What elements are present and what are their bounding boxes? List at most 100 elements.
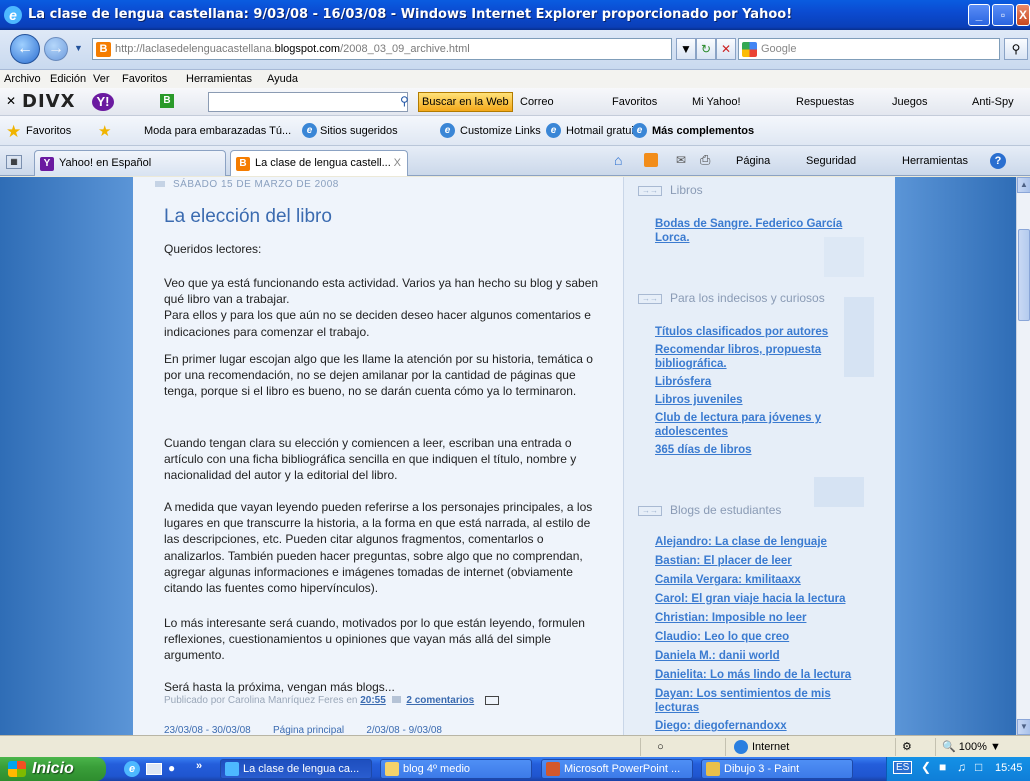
menu-favoritos[interactable]: Favoritos [122,73,167,85]
comments-link[interactable]: 2 comentarios [406,695,474,706]
sidebar-link[interactable]: Títulos clasificados por autores [655,325,865,339]
fav-link-moda[interactable]: Moda para embarazadas Tú... [144,125,291,137]
maximize-button[interactable]: ▫ [992,4,1014,26]
favorites-label[interactable]: Favoritos [26,125,71,137]
close-button[interactable]: X [1016,4,1030,26]
post-title[interactable]: La elección del libro [164,206,332,228]
menu-ayuda[interactable]: Ayuda [267,73,298,85]
sidebar-link[interactable]: Recomendar libros, propuesta bibliográfi… [655,343,865,371]
star-icon[interactable]: ★ [6,122,21,142]
vertical-scrollbar[interactable]: ▲ ▼ [1016,177,1030,735]
post-paragraph: Lo más interesante será cuando, motivado… [164,616,585,663]
zoom-control[interactable]: 🔍 100% ▼ [935,738,1030,756]
divx-logo[interactable]: DIVX [22,91,75,112]
email-post-icon[interactable] [484,695,499,705]
back-button[interactable]: ← [10,34,40,64]
search-icon[interactable]: ⚲ [1004,38,1028,60]
antispy-button[interactable]: Anti-Spy [972,96,1014,108]
fav-link-sitios[interactable]: Sitios sugeridos [320,125,398,137]
stop-button[interactable]: ✕ [716,38,736,60]
fav-link-customize[interactable]: Customize Links [460,125,541,137]
games-button[interactable]: Juegos [892,96,927,108]
sidebar-link[interactable]: Christian: Imposible no leer [655,611,865,625]
sidebar-link[interactable]: Club de lectura para jóvenes y adolescen… [655,411,865,439]
sidebar: →→ Libros Bodas de Sangre. Federico Garcí… [623,177,895,735]
globe-icon [734,740,748,755]
quick-tabs-icon[interactable]: ▦ [6,155,22,169]
page-content: SÁBADO 15 DE MARZO DE 2008 La elección d… [0,177,1016,735]
post-paragraph: Será hasta la próxima, vengan más blogs.… [164,680,395,694]
home-icon[interactable]: ⌂ [614,152,622,168]
tab-yahoo[interactable]: Y Yahoo! en Español [34,150,226,176]
ie-quicklaunch-icon[interactable]: e [124,761,140,777]
answers-button[interactable]: Respuestas [796,96,854,108]
post-time-link[interactable]: 20:55 [360,695,386,706]
sidebar-link[interactable]: Danielita: Lo más lindo de la lectura [655,668,865,682]
task-powerpoint[interactable]: Microsoft PowerPoint ... [541,759,693,779]
sidebar-link[interactable]: Bodas de Sangre. Federico García Lorca. [655,217,865,245]
tray-app-icon[interactable]: □ [975,760,982,774]
minimize-button[interactable]: _ [968,4,990,26]
menu-ver[interactable]: Ver [93,73,110,85]
blogger-icon: B [236,157,250,171]
menu-archivo[interactable]: Archivo [4,73,41,85]
favorites-button[interactable]: Favoritos [612,96,657,108]
sidebar-link[interactable]: Claudio: Leo lo que creo [655,630,865,644]
forward-button[interactable]: → [44,37,68,61]
sidebar-link[interactable]: Diego: diegofernandoxx [655,719,865,733]
messenger-icon[interactable]: ● [168,761,175,775]
tray-expand-icon[interactable]: ❮ [921,760,931,774]
rss-icon[interactable] [644,153,658,167]
scroll-up-button[interactable]: ▲ [1017,177,1030,193]
address-dropdown-button[interactable]: ▼ [676,38,696,60]
tools-menu[interactable]: Herramientas [902,155,968,167]
sidebar-link[interactable]: Librósfera [655,375,865,389]
security-menu[interactable]: Seguridad [806,155,856,167]
refresh-button[interactable]: ↻ [696,38,716,60]
task-ie[interactable]: La clase de lengua ca... [220,759,372,779]
task-paint[interactable]: Dibujo 3 - Paint [701,759,853,779]
menu-edicion[interactable]: Edición [50,73,86,85]
magnifier-icon[interactable]: ⚲ [400,94,409,108]
print-icon[interactable]: ⎙ [700,152,710,168]
sidebar-link[interactable]: Bastian: El placer de leer [655,554,865,568]
mail-icon[interactable]: ✉ [676,153,686,167]
scroll-down-button[interactable]: ▼ [1017,719,1030,735]
sidebar-link[interactable]: Dayan: Los sentimientos de mis lecturas [655,687,865,715]
yahoo-search-input[interactable] [208,92,408,112]
quicklaunch-more-icon[interactable]: » [196,760,202,772]
start-button[interactable]: Inicio [0,757,106,781]
help-icon[interactable]: ? [990,153,1006,169]
clock[interactable]: 15:45 [995,762,1023,774]
page-menu[interactable]: Página [736,155,770,167]
taskbar: Inicio e ● » La clase de lengua ca... bl… [0,757,1030,781]
desktop-icon[interactable] [146,763,162,775]
mail-button[interactable]: Correo [520,96,554,108]
add-favorite-icon[interactable]: ★ [98,122,111,140]
my-yahoo-button[interactable]: Mi Yahoo! [692,96,741,108]
yahoo-icon[interactable]: Y! [92,93,114,111]
sidebar-link[interactable]: 365 días de libros [655,443,865,457]
tab-close-icon[interactable]: X [394,157,401,169]
sidebar-link[interactable]: Libros juveniles [655,393,865,407]
toolbar-close-icon[interactable]: ✕ [6,94,16,108]
pencil-icon[interactable]: B [160,94,174,108]
network-icon[interactable]: ■ [939,760,946,774]
task-folder[interactable]: blog 4º medio [380,759,532,779]
protected-mode-icon[interactable]: ⚙ [895,738,935,756]
volume-icon[interactable]: ♫ [957,760,966,774]
sidebar-link[interactable]: Alejandro: La clase de lenguaje [655,535,865,549]
menu-herramientas[interactable]: Herramientas [186,73,252,85]
history-dropdown-icon[interactable]: ▼ [74,43,83,53]
language-indicator[interactable]: ES [893,761,913,774]
scroll-thumb[interactable] [1018,229,1030,321]
fav-link-complementos[interactable]: Más complementos [652,125,754,137]
tab-clase-lengua[interactable]: B La clase de lengua castell... X [230,150,408,176]
web-search-button[interactable]: Buscar en la Web [418,92,513,112]
search-input[interactable]: Google [738,38,1000,60]
sidebar-link[interactable]: Carol: El gran viaje hacia la lectura [655,592,865,606]
blog-pager[interactable]: 23/03/08 - 30/03/08 Página principal 2/0… [164,725,442,735]
address-input[interactable]: B http://laclasedelenguacastellana.blogs… [92,38,672,60]
sidebar-link[interactable]: Camila Vergara: kmilitaaxx [655,573,865,587]
sidebar-link[interactable]: Daniela M.: danii world [655,649,865,663]
